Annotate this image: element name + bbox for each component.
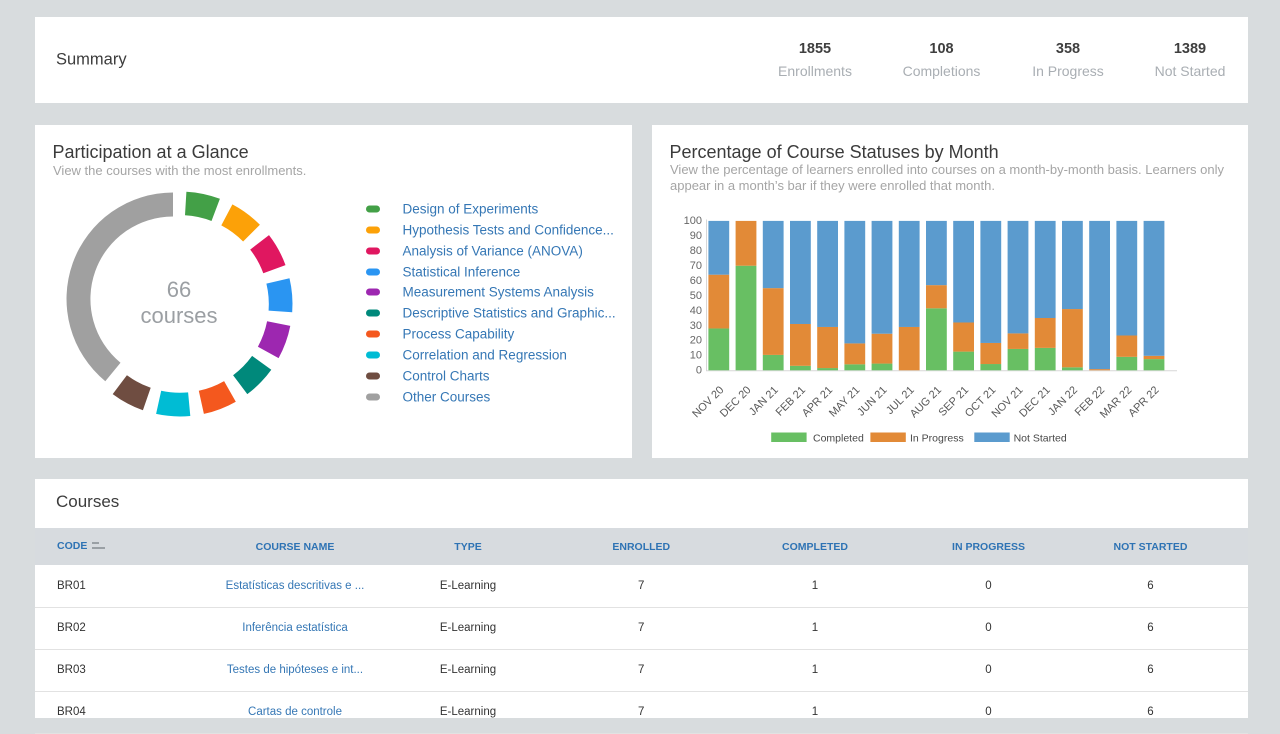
svg-text:JUN 21: JUN 21 [855,384,889,418]
svg-text:100: 100 [684,215,702,227]
svg-text:60: 60 [690,275,702,287]
svg-text:30: 30 [690,320,702,332]
svg-text:Not Started: Not Started [1014,433,1067,445]
svg-text:In Progress: In Progress [910,433,964,445]
svg-text:Completed: Completed [813,433,864,445]
svg-text:50: 50 [690,290,702,302]
svg-text:20: 20 [690,335,702,347]
svg-text:40: 40 [690,305,702,317]
svg-text:10: 10 [690,350,702,362]
svg-text:90: 90 [690,230,702,242]
svg-text:APR 22: APR 22 [1126,384,1161,419]
svg-text:70: 70 [690,260,702,272]
svg-text:MAY 21: MAY 21 [827,384,862,419]
svg-text:80: 80 [690,245,702,257]
svg-text:0: 0 [696,365,702,377]
